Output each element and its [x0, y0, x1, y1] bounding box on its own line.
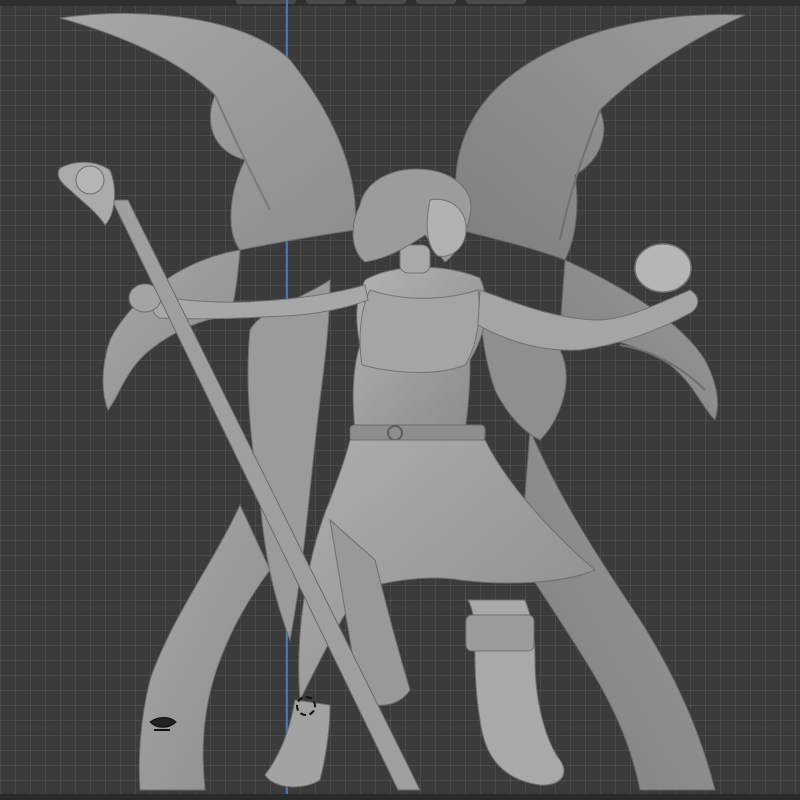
boot-cuff [465, 614, 535, 652]
orb [634, 243, 692, 293]
neck [399, 244, 431, 274]
3d-viewport[interactable] [0, 0, 800, 800]
staff-orb [75, 165, 105, 195]
fairy-sorceress-model[interactable] [0, 0, 800, 800]
top-garment [359, 289, 480, 373]
left-boot [264, 699, 331, 788]
footer-bar [0, 794, 800, 800]
origin-cursor-icon[interactable] [296, 696, 316, 716]
belt [349, 424, 486, 442]
